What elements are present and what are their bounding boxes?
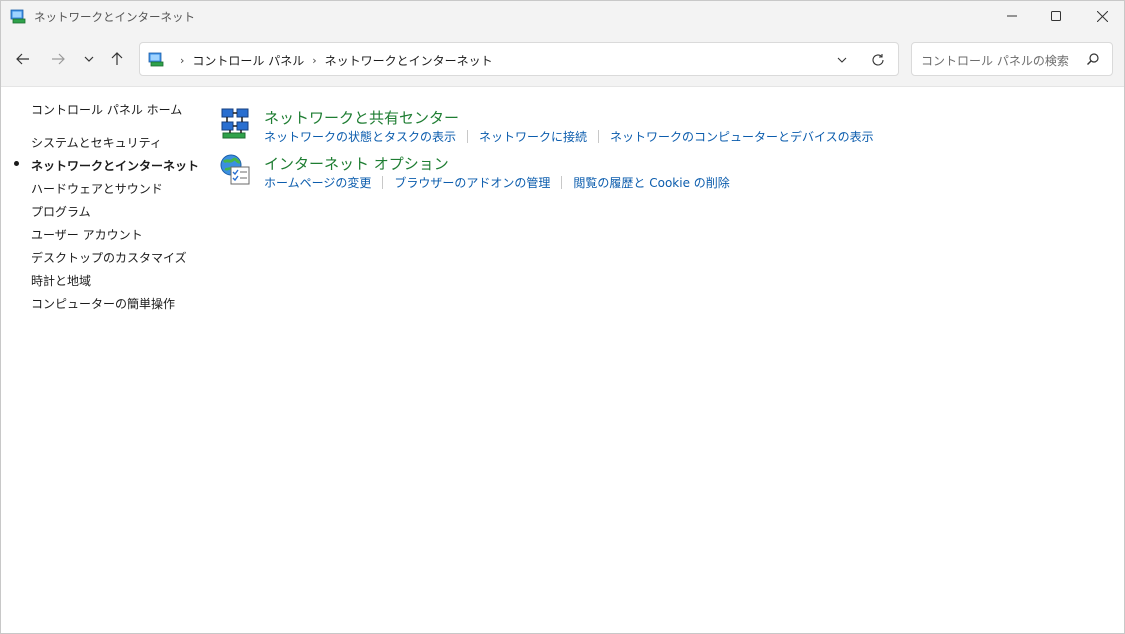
arrow-left-icon	[16, 53, 29, 65]
title-bar: ネットワークとインターネット	[1, 1, 1124, 31]
navigation-bar: › コントロール パネル › ネットワークとインターネット コントロール パネル…	[1, 31, 1124, 87]
sidebar-item-programs[interactable]: プログラム	[31, 203, 91, 220]
breadcrumb-item-network[interactable]: ネットワークとインターネット	[325, 52, 493, 69]
link-divider	[467, 130, 469, 143]
search-icon[interactable]	[1086, 52, 1102, 68]
control-panel-icon	[148, 51, 164, 67]
link-view-network-devices[interactable]: ネットワークのコンピューターとデバイスの表示	[610, 128, 874, 145]
refresh-icon	[872, 54, 884, 66]
link-divider	[382, 176, 384, 189]
category-links: ネットワークの状態とタスクの表示 ネットワークに接続 ネットワークのコンピュータ…	[264, 128, 874, 145]
sidebar-item-user-accounts[interactable]: ユーザー アカウント	[31, 226, 143, 243]
active-bullet-icon	[14, 161, 19, 166]
back-button[interactable]	[11, 47, 35, 71]
arrow-up-icon	[111, 52, 123, 65]
window-title: ネットワークとインターネット	[34, 10, 195, 24]
address-dropdown-button[interactable]	[834, 52, 850, 68]
refresh-button[interactable]	[869, 51, 887, 69]
maximize-button[interactable]	[1033, 1, 1079, 31]
link-view-network-status[interactable]: ネットワークの状態とタスクの表示	[264, 128, 456, 145]
sidebar-item-home[interactable]: コントロール パネル ホーム	[31, 101, 182, 118]
sidebar-item-network: ネットワークとインターネット	[31, 159, 200, 173]
close-button[interactable]	[1079, 1, 1125, 31]
sidebar-item-clock-region[interactable]: 時計と地域	[31, 272, 91, 289]
link-divider	[598, 130, 600, 143]
chevron-down-icon	[84, 56, 94, 62]
category-links: ホームページの変更 ブラウザーのアドオンの管理 閲覧の履歴と Cookie の削…	[264, 174, 730, 191]
link-delete-history[interactable]: 閲覧の履歴と Cookie の削除	[573, 174, 729, 191]
category-title-internet-options[interactable]: インターネット オプション	[264, 153, 449, 174]
up-button[interactable]	[105, 47, 129, 71]
arrow-right-icon	[52, 53, 65, 65]
link-manage-addons[interactable]: ブラウザーのアドオンの管理	[394, 174, 550, 191]
chevron-down-icon	[837, 57, 847, 63]
link-divider	[561, 176, 563, 189]
breadcrumb-separator-icon[interactable]: ›	[180, 54, 184, 67]
recent-locations-button[interactable]	[77, 47, 101, 71]
breadcrumb-item-control-panel[interactable]: コントロール パネル	[192, 52, 304, 69]
control-panel-icon	[10, 8, 26, 24]
breadcrumb: › コントロール パネル › ネットワークとインターネット	[172, 52, 493, 69]
address-bar[interactable]: › コントロール パネル › ネットワークとインターネット	[139, 42, 899, 76]
sidebar-item-system-security[interactable]: システムとセキュリティ	[31, 134, 162, 151]
sidebar-item-ease-of-access[interactable]: コンピューターの簡単操作	[31, 295, 175, 312]
breadcrumb-separator-icon[interactable]: ›	[312, 54, 316, 67]
search-placeholder: コントロール パネルの検索	[921, 54, 1069, 68]
category-title-network-center[interactable]: ネットワークと共有センター	[264, 107, 459, 128]
forward-button[interactable]	[46, 47, 70, 71]
sidebar-item-hardware-sound[interactable]: ハードウェアとサウンド	[31, 180, 163, 197]
search-input[interactable]: コントロール パネルの検索	[911, 42, 1113, 76]
link-connect-to-network[interactable]: ネットワークに接続	[479, 128, 587, 145]
sidebar-item-appearance[interactable]: デスクトップのカスタマイズ	[31, 249, 187, 266]
network-center-icon[interactable]	[219, 107, 253, 141]
internet-options-icon[interactable]	[219, 153, 253, 187]
control-panel-window: ネットワークとインターネット › コントロール パネル › ネットワークとインタ…	[0, 0, 1125, 634]
minimize-button[interactable]	[989, 1, 1035, 31]
link-change-homepage[interactable]: ホームページの変更	[264, 174, 371, 191]
